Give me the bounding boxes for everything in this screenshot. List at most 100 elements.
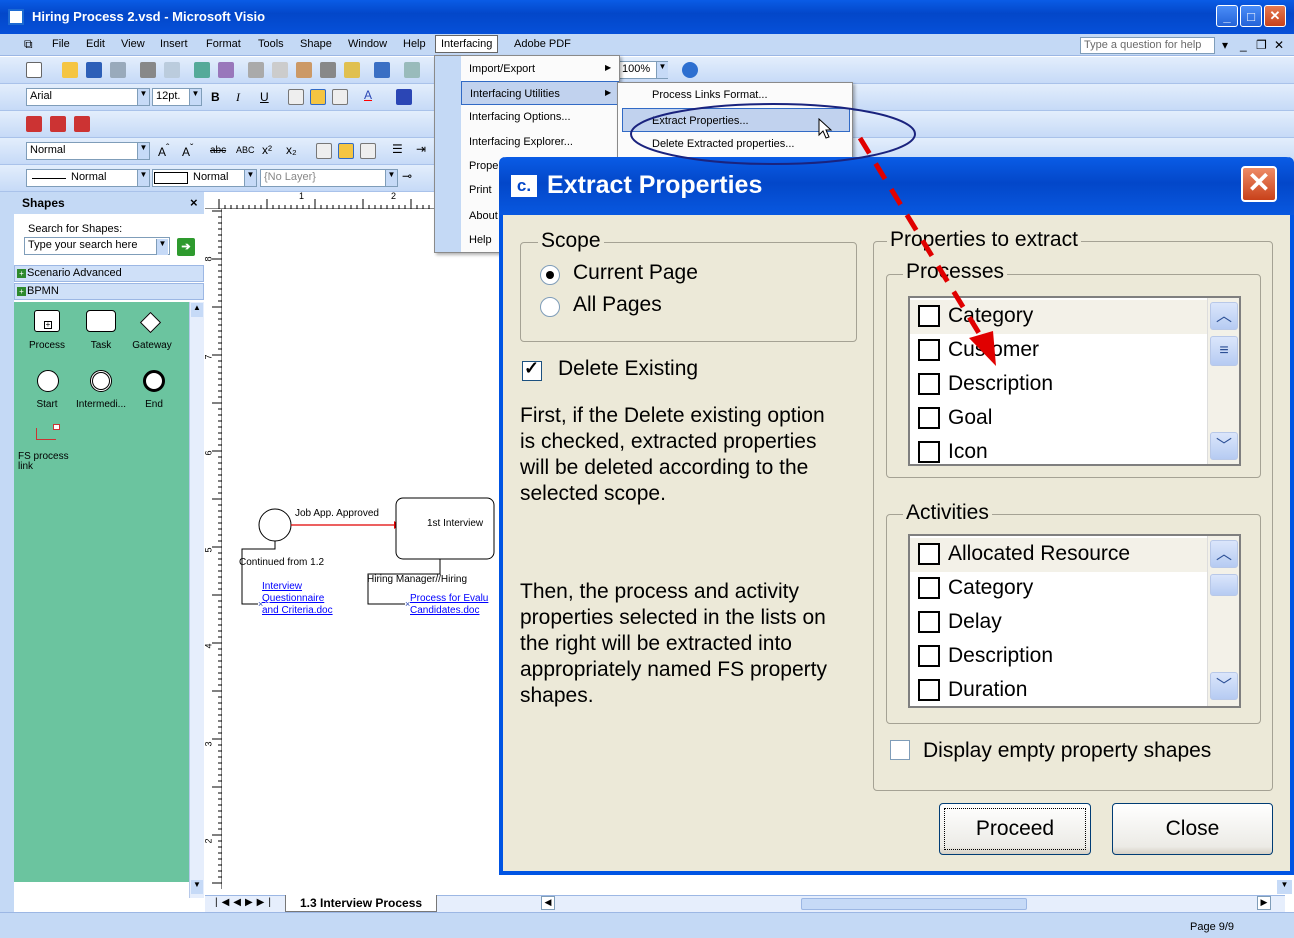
- chevron-down-icon[interactable]: ▼: [189, 89, 201, 105]
- layer-select[interactable]: {No Layer}: [260, 169, 398, 187]
- all-pages-radio[interactable]: [540, 297, 560, 317]
- delete-existing-checkbox[interactable]: ✓: [522, 358, 542, 381]
- scroll-thumb[interactable]: [1210, 574, 1238, 596]
- activities-list[interactable]: Allocated Resource Category Delay Descri…: [908, 534, 1241, 708]
- underline-button[interactable]: U: [260, 90, 269, 104]
- increase-font-button[interactable]: Aˆ: [158, 143, 169, 159]
- maximize-button[interactable]: □: [1240, 5, 1262, 27]
- intermediate-shape-icon[interactable]: [90, 370, 112, 392]
- align-bottom-icon[interactable]: [360, 143, 376, 159]
- scroll-up-icon[interactable]: ︿: [1210, 540, 1238, 568]
- scroll-left-icon[interactable]: ◀: [541, 896, 555, 910]
- menu-view[interactable]: View: [121, 38, 145, 50]
- search-shapes-input[interactable]: Type your search here: [24, 237, 170, 255]
- align-left-icon[interactable]: [288, 89, 304, 105]
- checkbox[interactable]: [918, 679, 940, 701]
- fs-process-link-icon[interactable]: [36, 424, 60, 440]
- small-caps-button[interactable]: ABC: [236, 145, 255, 155]
- scroll-down-icon[interactable]: ▼: [191, 880, 203, 894]
- chevron-down-icon[interactable]: ▼: [137, 170, 149, 186]
- indent-icon[interactable]: ⇥: [416, 142, 426, 156]
- process-shape-icon[interactable]: +: [34, 310, 60, 332]
- close-button[interactable]: Close: [1112, 803, 1273, 855]
- italic-button[interactable]: I: [236, 90, 240, 105]
- menu-tools[interactable]: Tools: [258, 38, 284, 50]
- help-dropdown-icon[interactable]: ▾: [1222, 38, 1228, 52]
- bold-button[interactable]: B: [211, 90, 220, 104]
- h-scroll-thumb[interactable]: [801, 898, 1027, 910]
- doc-menu-icon[interactable]: ⧉: [24, 37, 33, 52]
- align-top-icon[interactable]: [316, 143, 332, 159]
- pdf-mail-icon[interactable]: [50, 116, 66, 132]
- menu-item-help[interactable]: Help: [461, 228, 492, 252]
- pdf-icon[interactable]: [26, 116, 42, 132]
- menu-item-interfacing-explorer[interactable]: Interfacing Explorer...: [461, 130, 573, 154]
- menu-item-print[interactable]: Print: [461, 178, 492, 202]
- menu-adobe-pdf[interactable]: Adobe PDF: [514, 38, 571, 50]
- page-tab[interactable]: 1.3 Interview Process: [285, 895, 438, 912]
- list-item[interactable]: Goal: [910, 402, 1207, 436]
- menu-help[interactable]: Help: [403, 38, 426, 50]
- checkbox[interactable]: [918, 645, 940, 667]
- strikethrough-button[interactable]: abc: [210, 145, 226, 156]
- close-icon[interactable]: ×: [190, 195, 198, 210]
- doc-close-button[interactable]: ✕: [1274, 38, 1284, 52]
- menu-file[interactable]: File: [52, 38, 70, 50]
- menu-item-about[interactable]: About: [461, 204, 498, 228]
- start-shape-icon[interactable]: [37, 370, 59, 392]
- checkbox[interactable]: [918, 407, 940, 429]
- menu-item-properties[interactable]: Proper: [461, 154, 502, 178]
- minimize-button[interactable]: _: [1216, 5, 1238, 27]
- redo-icon[interactable]: [404, 62, 420, 78]
- menu-format[interactable]: Format: [206, 38, 241, 50]
- pdf-review-icon[interactable]: [74, 116, 90, 132]
- menu-shape[interactable]: Shape: [300, 38, 332, 50]
- permission-icon[interactable]: [110, 62, 126, 78]
- format-painter-icon[interactable]: [344, 62, 360, 78]
- superscript-button[interactable]: x²: [262, 143, 272, 157]
- chevron-down-icon[interactable]: ▼: [244, 170, 256, 186]
- list-item[interactable]: Description: [910, 640, 1207, 674]
- chevron-down-icon[interactable]: ▼: [156, 239, 168, 255]
- chevron-down-icon[interactable]: ▼: [137, 143, 149, 159]
- open-icon[interactable]: [62, 62, 78, 78]
- end-shape-icon[interactable]: [143, 370, 165, 392]
- proceed-button[interactable]: Proceed: [939, 803, 1091, 855]
- document-link[interactable]: Process for Evalu Candidates.doc: [410, 593, 488, 617]
- print-preview-icon[interactable]: [164, 62, 180, 78]
- align-center-icon[interactable]: [310, 89, 326, 105]
- copy-icon[interactable]: [272, 62, 288, 78]
- style-select[interactable]: Normal: [26, 142, 150, 160]
- document-link[interactable]: Interview Questionnaire and Criteria.doc: [262, 581, 333, 617]
- line-ends-icon[interactable]: ⊸: [402, 169, 412, 183]
- doc-restore-button[interactable]: ❐: [1256, 38, 1267, 52]
- menu-item-import-export[interactable]: Import/Export: [461, 57, 619, 81]
- cut-icon[interactable]: [248, 62, 264, 78]
- menu-item-interfacing-options[interactable]: Interfacing Options...: [461, 105, 571, 129]
- help-icon[interactable]: [682, 62, 698, 78]
- chevron-down-icon[interactable]: ▼: [385, 170, 397, 186]
- scroll-down-icon[interactable]: ﹀: [1210, 432, 1238, 460]
- undo-icon[interactable]: [374, 62, 390, 78]
- subscript-button[interactable]: x₂: [286, 143, 297, 157]
- search-go-icon[interactable]: ➔: [177, 238, 195, 256]
- gateway-shape-icon[interactable]: [139, 311, 162, 334]
- page-nav-icon[interactable]: |◀◀▶▶|: [215, 897, 275, 908]
- checkbox[interactable]: [918, 441, 940, 463]
- paste-icon[interactable]: [296, 62, 312, 78]
- chevron-down-icon[interactable]: ▼: [137, 89, 149, 105]
- decrease-font-button[interactable]: Aˇ: [182, 143, 193, 159]
- checkbox[interactable]: [918, 577, 940, 599]
- stencil-scrollbar[interactable]: ▲ ▼: [189, 302, 204, 898]
- list-item[interactable]: Icon: [910, 436, 1207, 470]
- task-shape-icon[interactable]: [86, 310, 116, 332]
- list-item[interactable]: Category: [910, 572, 1207, 606]
- list-item[interactable]: Delay: [910, 606, 1207, 640]
- align-right-icon[interactable]: [332, 89, 348, 105]
- list-item[interactable]: Duration: [910, 674, 1207, 708]
- stencil-scenario-advanced[interactable]: + Scenario Advanced: [14, 265, 204, 282]
- list-item[interactable]: Allocated Resource: [910, 538, 1207, 572]
- scroll-down-icon[interactable]: ﹀: [1210, 672, 1238, 700]
- line-color-icon[interactable]: [396, 89, 412, 105]
- checkbox[interactable]: [918, 611, 940, 633]
